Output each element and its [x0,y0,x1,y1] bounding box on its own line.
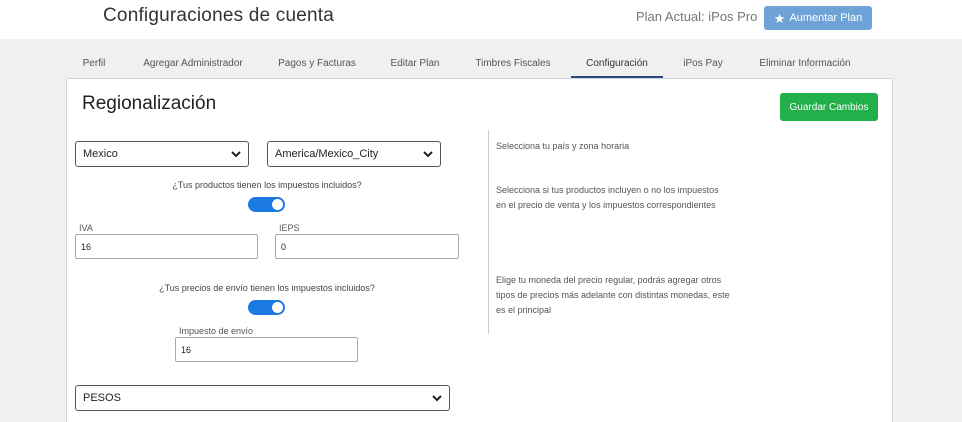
vertical-divider [488,130,489,334]
shipping-tax-input[interactable]: 16 [175,337,358,362]
upgrade-plan-label: Aumentar Plan [789,12,863,24]
save-changes-button[interactable]: Guardar Cambios [780,93,878,121]
section-title: Regionalización [82,93,217,114]
tab-agregar-administrador[interactable]: Agregar Administrador [131,52,255,78]
iva-label: IVA [79,223,93,233]
currency-select-value: PESOS [83,392,121,404]
ieps-label: IEPS [279,223,300,233]
shipping-taxes-question: ¿Tus precios de envío tienen los impuest… [159,283,375,293]
tab-configuracion[interactable]: Configuración [571,52,663,78]
star-icon: ★ [773,10,786,26]
shipping-taxes-toggle[interactable] [248,300,285,315]
country-help-text: Selecciona tu país y zona horaria [496,141,630,151]
chevron-down-icon [423,151,433,158]
taxes-included-toggle[interactable] [248,197,285,212]
top-bar: Configuraciones de cuenta Plan Actual: i… [0,0,962,39]
tab-eliminar-informacion[interactable]: Eliminar Información [749,52,861,78]
current-plan-label: Plan Actual: iPos Pro [636,9,758,24]
tab-ipos-pay[interactable]: iPos Pay [673,52,733,78]
iva-input[interactable]: 16 [75,234,258,259]
currency-select[interactable]: PESOS [75,385,450,411]
shipping-tax-label: Impuesto de envío [179,326,254,336]
currency-help-text: Elige tu moneda del precio regular, podr… [496,275,730,315]
taxes-included-question: ¿Tus productos tienen los impuestos incl… [172,180,362,190]
country-select-value: Mexico [83,148,118,160]
settings-tabs: Perfil Agregar Administrador Pagos y Fac… [66,52,892,78]
page-title: Configuraciones de cuenta [103,5,335,26]
chevron-down-icon [231,151,241,158]
settings-panel: Regionalización Guardar Cambios Mexico A… [66,78,893,422]
tab-timbres-fiscales[interactable]: Timbres Fiscales [463,52,563,78]
timezone-select-value: America/Mexico_City [275,148,379,160]
tab-pagos-facturas[interactable]: Pagos y Facturas [266,52,368,78]
timezone-select[interactable]: America/Mexico_City [267,141,441,167]
chevron-down-icon [432,395,442,402]
upgrade-plan-button[interactable]: ★ Aumentar Plan [764,6,872,30]
toggle-knob [272,302,283,313]
tab-editar-plan[interactable]: Editar Plan [378,52,452,78]
tab-perfil[interactable]: Perfil [66,52,122,78]
taxes-help-text: Selecciona si tus productos incluyen o n… [496,185,719,210]
ieps-input[interactable]: 0 [275,234,459,259]
toggle-knob [272,199,283,210]
country-select[interactable]: Mexico [75,141,249,167]
